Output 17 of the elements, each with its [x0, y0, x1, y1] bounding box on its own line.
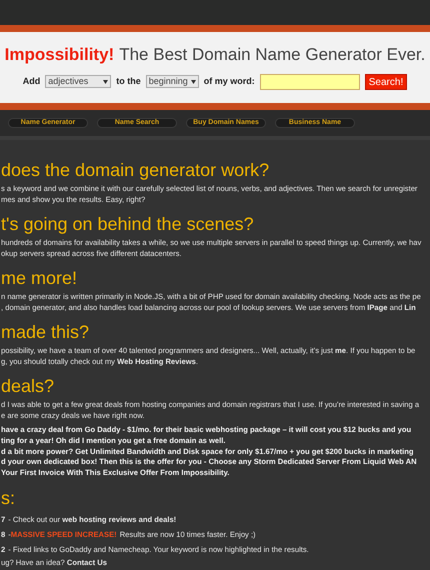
form-label: Add [22, 74, 40, 88]
tagline: The Best Domain Name Generator Ever. [119, 44, 426, 66]
section-heading: t's going on behind the scenes? [1, 213, 255, 235]
position-select[interactable]: beginning [146, 75, 199, 88]
search-button[interactable]: Search! [364, 74, 408, 90]
section-heading: deals? [1, 375, 56, 397]
section-heading: made this? [1, 321, 90, 343]
form-label: to the [116, 74, 141, 88]
word-type-select[interactable]: adjectives [45, 75, 112, 88]
caret-icon [103, 80, 108, 84]
section-heading: me more! [1, 267, 78, 289]
caret-icon [190, 80, 196, 84]
brand-title: Impossibility! [4, 44, 114, 66]
section-heading: s: [1, 486, 16, 509]
keyword-input[interactable] [260, 74, 360, 90]
section-heading: does the domain generator work? [1, 159, 270, 181]
form-label: of my word: [204, 74, 255, 88]
